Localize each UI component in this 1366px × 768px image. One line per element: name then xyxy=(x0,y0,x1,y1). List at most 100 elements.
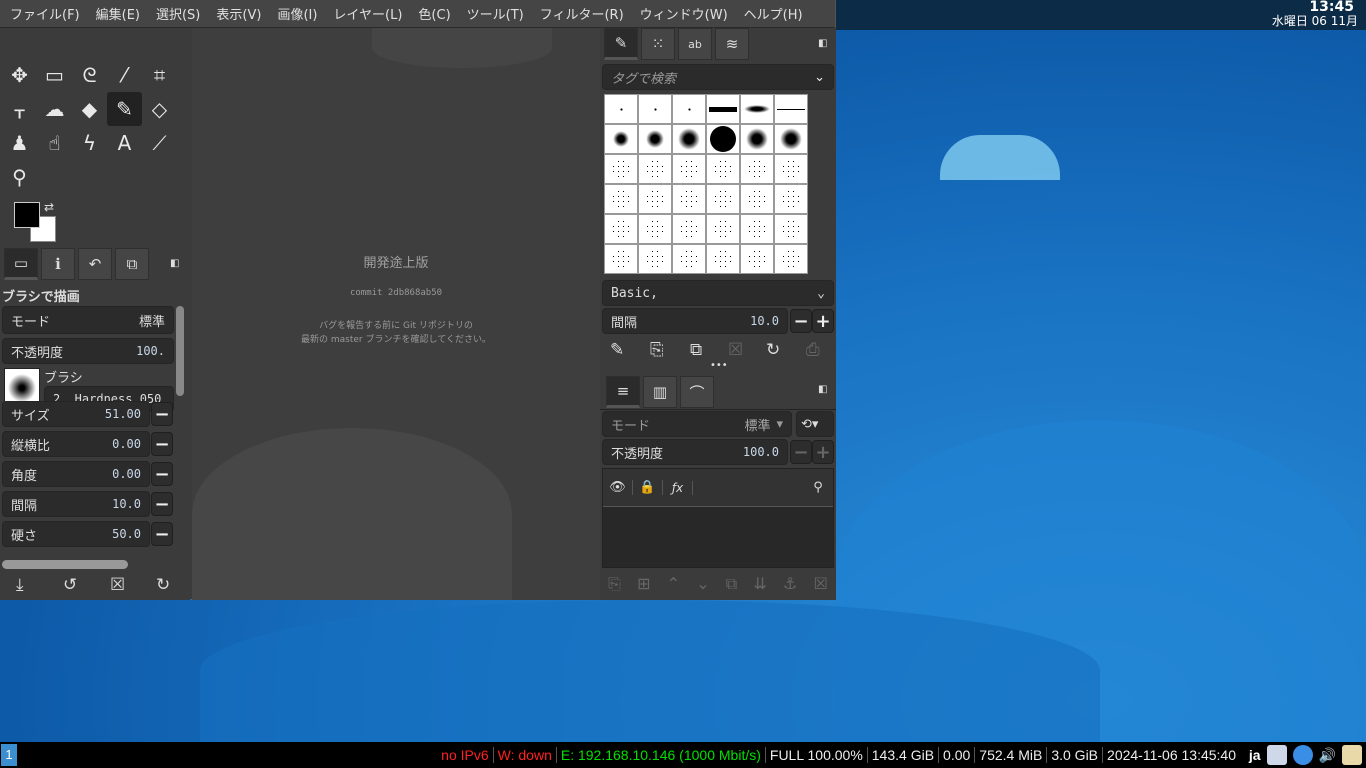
brush-item[interactable] xyxy=(638,214,672,244)
update-icon[interactable] xyxy=(1292,745,1313,765)
dock-separator-handle[interactable]: ••• xyxy=(710,360,728,371)
text-tool[interactable]: A xyxy=(107,126,142,160)
brush-tag-select[interactable]: Basic, ⌄ xyxy=(602,280,834,306)
delete-layer-icon[interactable]: ☒ xyxy=(814,574,828,594)
param-slider[interactable]: 角度 0.00 xyxy=(2,461,150,487)
brush-item[interactable] xyxy=(672,214,706,244)
param-slider[interactable]: サイズ 51.00 xyxy=(2,401,150,427)
paintbrush-tool[interactable]: ✎ xyxy=(107,92,142,126)
search-icon[interactable]: ⚲ xyxy=(803,480,833,495)
decrease-button[interactable]: − xyxy=(151,492,173,516)
layers-list[interactable]: 👁 🔒 ƒx ⚲ xyxy=(602,468,834,568)
anchor-layer-icon[interactable]: ⚓ xyxy=(783,574,797,594)
horizontal-scrollbar[interactable] xyxy=(2,560,128,569)
smudge-tool[interactable]: ☝ xyxy=(37,126,72,160)
brush-item[interactable] xyxy=(774,214,808,244)
brush-item[interactable] xyxy=(604,184,638,214)
brush-item[interactable] xyxy=(604,94,638,124)
refresh-brushes-icon[interactable]: ↻ xyxy=(766,340,780,360)
tab-paths[interactable]: ⌒ xyxy=(680,376,714,408)
bucket-fill-tool[interactable]: ◆ xyxy=(72,92,107,126)
brush-item[interactable] xyxy=(604,154,638,184)
edit-brush-icon[interactable]: ✎ xyxy=(610,340,624,360)
mode-select[interactable]: モード 標準 xyxy=(2,306,174,334)
foreground-color-swatch[interactable] xyxy=(14,202,40,228)
tag-search-input[interactable]: タグで検索 ⌄ xyxy=(602,64,834,90)
dock-menu-icon[interactable]: ◧ xyxy=(818,38,827,49)
brush-item[interactable] xyxy=(740,184,774,214)
new-layer-group-icon[interactable]: ⊞ xyxy=(637,574,650,594)
free-select-tool[interactable]: ᘓ xyxy=(72,58,107,92)
brush-item[interactable] xyxy=(672,94,706,124)
decrease-button[interactable]: − xyxy=(151,432,173,456)
layer-mode-select[interactable]: モード 標準 ▾ xyxy=(602,411,792,437)
decrease-button[interactable]: − xyxy=(151,522,173,546)
move-tool[interactable]: ✥ xyxy=(2,58,37,92)
tab-undo-history[interactable]: ↶ xyxy=(78,248,112,280)
decrease-button[interactable]: − xyxy=(151,402,173,426)
menu-item[interactable]: 色(C) xyxy=(410,4,458,23)
brush-item[interactable] xyxy=(706,94,740,124)
menu-item[interactable]: 画像(I) xyxy=(269,4,325,23)
brush-item[interactable] xyxy=(740,124,774,154)
brush-item[interactable] xyxy=(774,124,808,154)
menu-item[interactable]: ツール(T) xyxy=(459,4,532,23)
transform-tool[interactable]: ᚁ xyxy=(2,92,37,126)
menu-item[interactable]: 表示(V) xyxy=(208,4,269,23)
decrease-button[interactable]: − xyxy=(790,440,812,464)
tab-device-status[interactable]: ℹ xyxy=(41,248,75,280)
brush-item[interactable] xyxy=(672,124,706,154)
param-slider[interactable]: 縦横比 0.00 xyxy=(2,431,150,457)
volume-icon[interactable]: 🔊 xyxy=(1319,747,1336,764)
layer-composite-button[interactable]: ⟲▾ xyxy=(796,411,834,437)
brush-item[interactable] xyxy=(672,184,706,214)
opacity-slider[interactable]: 不透明度 100. xyxy=(2,338,174,364)
brush-item[interactable] xyxy=(638,184,672,214)
workspace-button[interactable]: 1 xyxy=(1,744,17,766)
lock-icon[interactable]: 🔒 xyxy=(633,480,663,495)
brush-item[interactable] xyxy=(774,154,808,184)
merge-layer-icon[interactable]: ⇊ xyxy=(753,574,766,594)
duplicate-brush-icon[interactable]: ⧉ xyxy=(690,340,702,360)
brush-item[interactable] xyxy=(706,214,740,244)
open-brush-as-image-icon[interactable]: ⎙ xyxy=(806,340,820,360)
brush-item[interactable] xyxy=(740,214,774,244)
brush-item[interactable] xyxy=(706,184,740,214)
layer-opacity-slider[interactable]: 不透明度 100.0 xyxy=(602,439,788,465)
warp-tool[interactable]: ☁ xyxy=(37,92,72,126)
tab-document-history[interactable]: ≋ xyxy=(715,28,749,60)
brush-item[interactable] xyxy=(672,244,706,274)
crop-tool[interactable]: ⌗ xyxy=(142,58,177,92)
tab-brushes[interactable]: ✎ xyxy=(604,28,638,60)
menu-item[interactable]: ファイル(F) xyxy=(2,4,88,23)
save-tool-preset-icon[interactable]: ⤓ xyxy=(16,575,24,595)
param-slider[interactable]: 間隔 10.0 xyxy=(2,491,150,517)
new-layer-icon[interactable]: ⎘ xyxy=(608,574,621,594)
vertical-scrollbar[interactable] xyxy=(176,306,184,396)
brush-item[interactable] xyxy=(774,184,808,214)
tab-patterns[interactable]: ⁙ xyxy=(641,28,675,60)
tab-tool-options[interactable]: ▭ xyxy=(4,248,38,280)
brush-item[interactable] xyxy=(638,154,672,184)
dock-menu-icon[interactable]: ◧ xyxy=(170,258,179,269)
menu-item[interactable]: 編集(E) xyxy=(88,4,148,23)
menu-item[interactable]: レイヤー(L) xyxy=(325,4,410,23)
dock-menu-icon[interactable]: ◧ xyxy=(818,384,827,395)
eye-icon[interactable]: 👁 xyxy=(603,480,633,495)
image-canvas[interactable]: 開発途上版 commit 2db868ab50 バグを報告する前に Git リポ… xyxy=(192,28,600,600)
brush-item[interactable] xyxy=(706,244,740,274)
tab-fonts[interactable]: ab xyxy=(678,28,712,60)
brush-item[interactable] xyxy=(774,244,808,274)
chevron-down-icon[interactable]: ⌄ xyxy=(814,70,825,85)
brush-item[interactable] xyxy=(604,124,638,154)
brush-item[interactable] xyxy=(672,154,706,184)
decrease-button[interactable]: − xyxy=(790,309,812,333)
brush-item[interactable] xyxy=(638,124,672,154)
raise-layer-icon[interactable]: ⌃ xyxy=(667,574,680,594)
duplicate-layer-icon[interactable]: ⧉ xyxy=(726,574,737,594)
brush-item[interactable] xyxy=(604,244,638,274)
increase-button[interactable]: + xyxy=(812,440,834,464)
color-picker-tool[interactable]: ⟋ xyxy=(142,126,177,160)
network-icon[interactable] xyxy=(1266,745,1287,765)
decrease-button[interactable]: − xyxy=(151,462,173,486)
